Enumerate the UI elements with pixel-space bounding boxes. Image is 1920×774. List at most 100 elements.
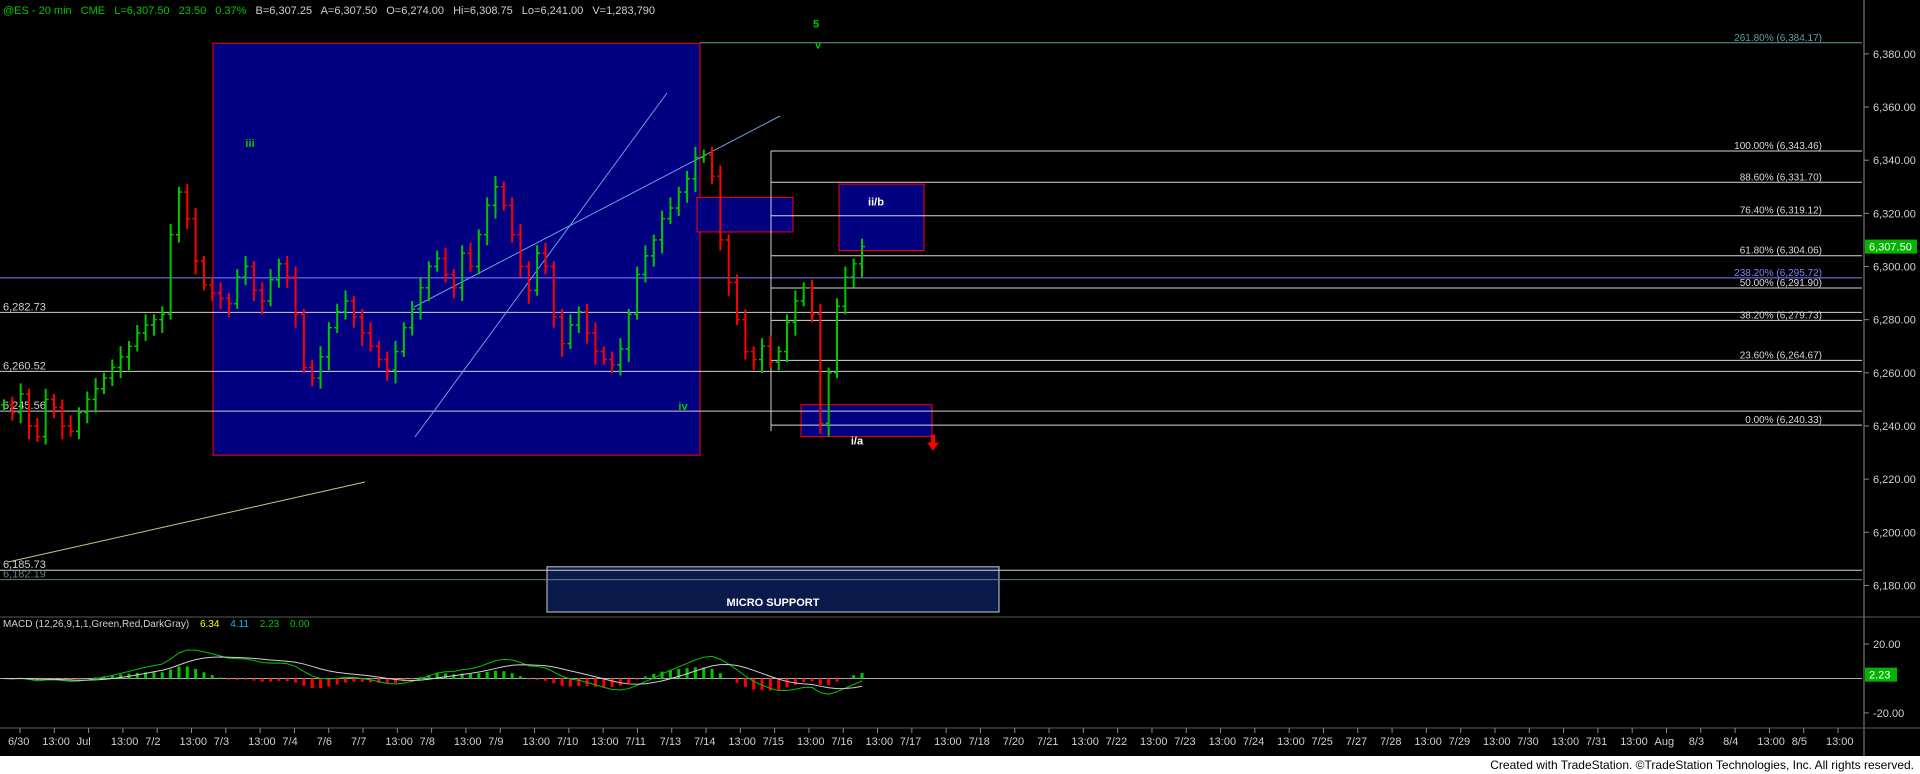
time-tick-label: 7/13: [660, 736, 681, 748]
level-label: 6,182.19: [3, 569, 46, 581]
time-tick-label: 13:00: [1209, 736, 1237, 748]
macd-label: MACD (12,26,9,1,1,Green,Red,DarkGray): [3, 619, 189, 630]
fib-label: 88.60% (6,331.70): [1740, 172, 1822, 183]
header-change-pct: 0.37%: [215, 5, 246, 17]
time-tick-label: 8/5: [1792, 736, 1807, 748]
time-tick-label: 13:00: [454, 736, 482, 748]
chart-container: MICRO SUPPORT 6,282.73 6,260.52 6,245.56 6,…: [0, 0, 1920, 774]
level-label: 6,282.73: [3, 301, 46, 313]
time-tick-label: 13:00: [1757, 736, 1785, 748]
time-tick-label: 7/31: [1586, 736, 1607, 748]
time-tick-label: 7/18: [968, 736, 989, 748]
time-tick-label: 13:00: [797, 736, 825, 748]
level-label: 6,260.52: [3, 360, 46, 372]
time-tick-label: 8/3: [1689, 736, 1704, 748]
time-tick-label: 13:00: [180, 736, 208, 748]
time-tick-label: 13:00: [1414, 736, 1442, 748]
header-volume: V=1,283,790: [592, 5, 655, 17]
price-tick-label: 6,360.00: [1873, 102, 1916, 114]
time-tick-label: 7/30: [1517, 736, 1538, 748]
time-tick-label: 7/15: [763, 736, 784, 748]
header-symbol: @ES - 20 min: [3, 5, 72, 17]
time-tick-label: 7/10: [557, 736, 578, 748]
time-tick-label: 7/25: [1311, 736, 1332, 748]
time-tick-label: 7/14: [694, 736, 715, 748]
time-tick-label: 13:00: [385, 736, 413, 748]
svg-text:@ES - 20 min CME L: @ES - 20 min CME L=6,307.50 23.50 0.37% …: [3, 5, 655, 17]
macd-tick-label: 20.00: [1873, 639, 1901, 651]
macd-current-label: 2.23: [1869, 670, 1890, 682]
time-tick-label: 13:00: [248, 736, 276, 748]
fib-label: 76.40% (6,319.12): [1740, 206, 1822, 217]
time-tick-label: 7/28: [1380, 736, 1401, 748]
svg-text:MACD (12,26,9,1,1,Green,Red,Da: MACD (12,26,9,1,1,Green,Red,DarkGray) 6.…: [3, 619, 310, 630]
time-tick-label: 13:00: [591, 736, 619, 748]
macd-tick-label: -20.00: [1873, 708, 1904, 720]
time-tick-label: 13:00: [1552, 736, 1580, 748]
macd-value-3: 2.23: [260, 619, 280, 630]
time-tick-label: 7/23: [1174, 736, 1195, 748]
time-tick-label: 6/30: [8, 736, 29, 748]
time-tick-label: 7/9: [488, 736, 503, 748]
header-ask: A=6,307.50: [321, 5, 378, 17]
current-price-label: 6,307.50: [1869, 242, 1912, 254]
zone-box: [838, 183, 925, 252]
time-tick-label: 7/7: [351, 736, 366, 748]
zone-box: [212, 42, 701, 456]
footer-copyright: Created with TradeStation. ©TradeStation…: [1490, 758, 1914, 772]
header-exchange: CME: [81, 5, 105, 17]
time-tick-label: 7/4: [282, 736, 297, 748]
time-tick-label: 7/3: [214, 736, 229, 748]
time-tick-label: 8/4: [1723, 736, 1738, 748]
time-tick-label: 13:00: [1140, 736, 1168, 748]
time-tick-label: Aug: [1654, 736, 1674, 748]
time-tick-label: Jul: [77, 736, 91, 748]
price-tick-label: 6,240.00: [1873, 421, 1916, 433]
price-tick-label: 6,300.00: [1873, 262, 1916, 274]
time-tick-label: 7/16: [831, 736, 852, 748]
header-open: O=6,274.00: [386, 5, 444, 17]
price-tick-label: 6,180.00: [1873, 580, 1916, 592]
fib-label: 38.20% (6,279.73): [1740, 310, 1822, 321]
price-chart-svg: MICRO SUPPORT 6,282.73 6,260.52 6,245.56 6,…: [0, 0, 1920, 756]
time-tick-label: 13:00: [1277, 736, 1305, 748]
header-last: L=6,307.50: [114, 5, 169, 17]
time-tick-label: 13:00: [523, 736, 551, 748]
price-tick-label: 6,380.00: [1873, 49, 1916, 61]
time-tick-label: 13:00: [1483, 736, 1511, 748]
time-tick-label: 7/8: [420, 736, 435, 748]
level-label: 6,245.56: [3, 400, 46, 412]
price-tick-label: 6,220.00: [1873, 474, 1916, 486]
macd-value-2: 4.11: [230, 619, 249, 630]
wave-label: i/a: [851, 436, 864, 448]
time-tick-label: 7/27: [1346, 736, 1367, 748]
header-bid: B=6,307.25: [256, 5, 313, 17]
fib-label: 261.80% (6,384.17): [1734, 33, 1822, 44]
price-tick-label: 6,340.00: [1873, 155, 1916, 167]
time-tick-label: 13:00: [1826, 736, 1854, 748]
footer: Created with TradeStation. ©TradeStation…: [0, 756, 1920, 774]
fib-label: 100.00% (6,343.46): [1734, 141, 1822, 152]
price-tick-label: 6,280.00: [1873, 315, 1916, 327]
time-tick-label: 7/6: [317, 736, 332, 748]
time-tick-label: 7/2: [145, 736, 160, 748]
wave-label: 5: [813, 18, 819, 30]
time-tick-label: 7/24: [1243, 736, 1264, 748]
zone-box: [696, 196, 794, 233]
fib-label: 23.60% (6,264.67): [1740, 350, 1822, 361]
zone-label: MICRO SUPPORT: [727, 597, 820, 609]
macd-value-1: 6.34: [200, 619, 220, 630]
header-low: Lo=6,241.00: [522, 5, 583, 17]
time-tick-label: 13:00: [866, 736, 894, 748]
fib-label: 0.00% (6,240.33): [1745, 415, 1822, 426]
header-high: Hi=6,308.75: [453, 5, 513, 17]
time-tick-label: 13:00: [934, 736, 962, 748]
time-tick-label: 7/11: [625, 736, 646, 748]
time-tick-label: 13:00: [728, 736, 756, 748]
time-tick-label: 13:00: [1071, 736, 1099, 748]
price-tick-label: 6,320.00: [1873, 208, 1916, 220]
time-tick-label: 7/17: [900, 736, 921, 748]
time-tick-label: 13:00: [111, 736, 139, 748]
price-tick-label: 6,200.00: [1873, 527, 1916, 539]
fib-label: 61.80% (6,304.06): [1740, 246, 1822, 257]
